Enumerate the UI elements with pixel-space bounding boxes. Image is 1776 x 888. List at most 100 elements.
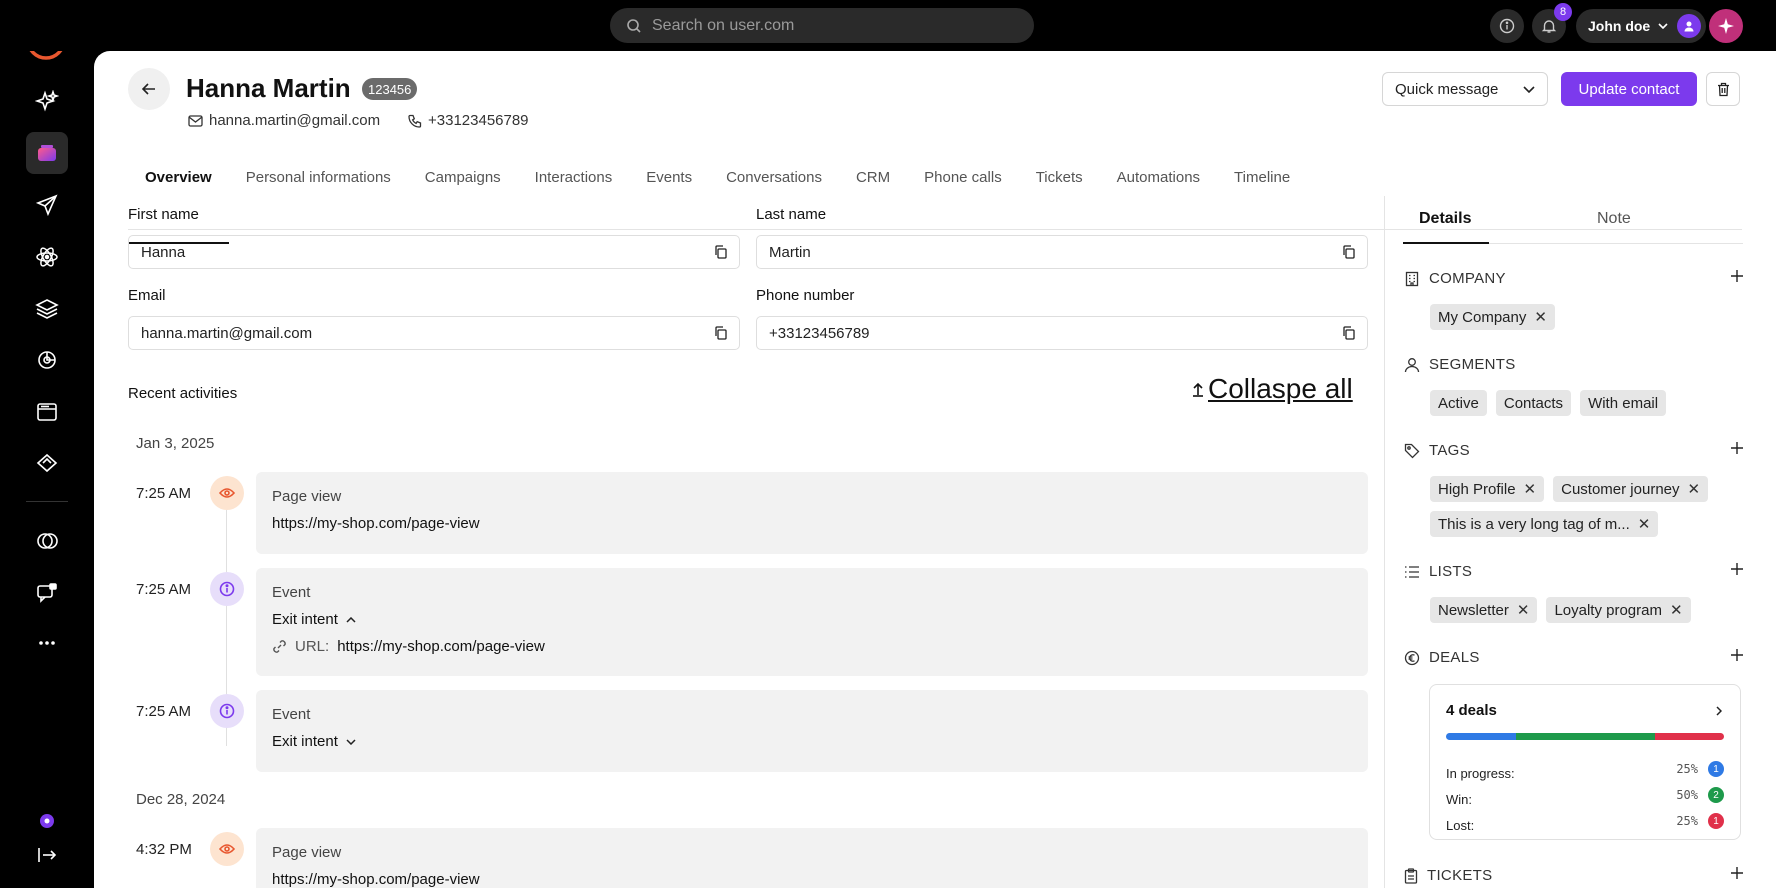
- conversations-nav-icon[interactable]: [26, 520, 68, 562]
- last-name-field[interactable]: Martin: [756, 235, 1368, 269]
- tags-section-header: TAGS: [1404, 442, 1744, 459]
- tab-timeline[interactable]: Timeline: [1217, 125, 1307, 229]
- analytics-nav-icon[interactable]: [26, 339, 68, 381]
- activity-date: Dec 28, 2024: [136, 791, 226, 808]
- atom-nav-icon[interactable]: [26, 236, 68, 278]
- activity-url-row: URL: https://my-shop.com/page-view: [272, 638, 1352, 655]
- copy-icon[interactable]: [714, 326, 727, 340]
- remove-chip-icon[interactable]: ✕: [1670, 601, 1683, 619]
- segment-chip[interactable]: Contacts: [1495, 390, 1572, 416]
- company-chips: My Company ✕: [1430, 304, 1736, 330]
- deals-bar-segment-lost: [1654, 733, 1724, 740]
- quick-message-dropdown[interactable]: Quick message: [1382, 72, 1548, 106]
- update-contact-button[interactable]: Update contact: [1561, 72, 1697, 106]
- tab-interactions[interactable]: Interactions: [518, 125, 630, 229]
- browser-nav-icon[interactable]: [26, 391, 68, 433]
- tab-personal-informations[interactable]: Personal informations: [229, 125, 408, 229]
- tab-phone-calls[interactable]: Phone calls: [907, 125, 1019, 229]
- tab-tickets[interactable]: Tickets: [1019, 125, 1100, 229]
- deal-row-label: Lost:: [1446, 818, 1475, 833]
- company-chip[interactable]: My Company ✕: [1430, 304, 1555, 330]
- list-chip[interactable]: Loyalty program ✕: [1546, 597, 1691, 623]
- eye-icon: [210, 832, 244, 866]
- add-list-icon[interactable]: [1730, 562, 1744, 576]
- copy-icon[interactable]: [714, 245, 727, 259]
- notifications-button[interactable]: 8: [1532, 3, 1572, 43]
- chip-label: High Profile: [1438, 480, 1516, 498]
- chevron-right-icon[interactable]: [1716, 706, 1722, 716]
- activity-url-text[interactable]: https://my-shop.com/page-view: [272, 515, 480, 532]
- tab-automations[interactable]: Automations: [1100, 125, 1217, 229]
- user-name: John doe: [1588, 18, 1651, 34]
- send-nav-icon[interactable]: [26, 184, 68, 226]
- global-search-input[interactable]: Search on user.com: [610, 8, 1034, 43]
- ai-assistant-button[interactable]: [1709, 9, 1743, 43]
- add-company-icon[interactable]: [1730, 269, 1744, 283]
- collapse-all-link[interactable]: Collaspe all: [1192, 373, 1353, 405]
- add-ticket-icon[interactable]: [1730, 866, 1744, 880]
- segment-chip[interactable]: With email: [1580, 390, 1667, 416]
- activity-event-toggle[interactable]: Exit intent: [272, 733, 1352, 750]
- deal-row-label: In progress:: [1446, 766, 1515, 781]
- activity-event-toggle[interactable]: Exit intent: [272, 611, 1352, 628]
- deals-nav-icon[interactable]: [26, 442, 68, 484]
- top-bar: Search on user.com 8 John doe: [0, 0, 1776, 51]
- nav-divider: [26, 501, 68, 502]
- url-value[interactable]: https://my-shop.com/page-view: [337, 638, 545, 655]
- tab-events[interactable]: Events: [629, 125, 709, 229]
- back-button[interactable]: [128, 68, 170, 110]
- copy-icon[interactable]: [1342, 326, 1355, 340]
- ai-sparkles-nav-icon[interactable]: [26, 81, 68, 123]
- remove-chip-icon[interactable]: ✕: [1524, 480, 1537, 498]
- email-field[interactable]: hanna.martin@gmail.com: [128, 316, 740, 350]
- first-name-field[interactable]: Hanna: [128, 235, 740, 269]
- tag-chip[interactable]: Customer journey ✕: [1553, 476, 1709, 502]
- logout-nav-icon[interactable]: [26, 834, 68, 876]
- activity-card[interactable]: Event Exit intent: [256, 690, 1368, 772]
- segment-chip[interactable]: Active: [1430, 390, 1487, 416]
- more-nav-icon[interactable]: [26, 622, 68, 664]
- remove-chip-icon[interactable]: ✕: [1517, 601, 1530, 619]
- info-icon: [1499, 18, 1515, 34]
- activity-url-text[interactable]: https://my-shop.com/page-view: [272, 871, 480, 888]
- recent-activities-title: Recent activities: [128, 385, 238, 402]
- remove-chip-icon[interactable]: ✕: [1638, 515, 1651, 533]
- contacts-nav-icon[interactable]: [26, 132, 68, 174]
- tab-crm[interactable]: CRM: [839, 125, 907, 229]
- bell-icon: [1541, 20, 1557, 33]
- activity-card[interactable]: Page view https://my-shop.com/page-view: [256, 828, 1368, 888]
- remove-chip-icon[interactable]: ✕: [1688, 480, 1701, 498]
- user-menu[interactable]: John doe: [1576, 9, 1706, 43]
- chat-nav-icon[interactable]: [26, 572, 68, 614]
- add-tag-icon[interactable]: [1730, 441, 1744, 455]
- activity-value: Exit intent: [272, 733, 338, 750]
- tab-note[interactable]: Note: [1597, 196, 1631, 242]
- phone-number-field[interactable]: +33123456789: [756, 316, 1368, 350]
- help-button[interactable]: [1490, 9, 1524, 43]
- remove-chip-icon[interactable]: ✕: [1534, 308, 1547, 326]
- layers-nav-icon[interactable]: [26, 288, 68, 330]
- delete-contact-button[interactable]: [1706, 72, 1740, 106]
- lists-chips: Newsletter ✕ Loyalty program ✕: [1430, 597, 1736, 623]
- deals-card[interactable]: 4 deals In progress: 25% 1 Win: 50% 2 Lo…: [1429, 684, 1741, 840]
- activity-card[interactable]: Event Exit intent URL: https://my-shop.c…: [256, 568, 1368, 676]
- activity-type: Event: [272, 706, 311, 723]
- chip-label: Newsletter: [1438, 601, 1509, 619]
- add-deal-icon[interactable]: [1730, 648, 1744, 662]
- tag-chip[interactable]: This is a very long tag of m... ✕: [1430, 511, 1659, 537]
- list-chip[interactable]: Newsletter ✕: [1430, 597, 1538, 623]
- tag-chip[interactable]: High Profile ✕: [1430, 476, 1545, 502]
- deals-progress-bar: [1446, 733, 1724, 740]
- tickets-section-header: TICKETS: [1404, 867, 1744, 884]
- activity-card[interactable]: Page view https://my-shop.com/page-view: [256, 472, 1368, 554]
- company-title: COMPANY: [1429, 270, 1506, 287]
- avatar: [1677, 14, 1701, 38]
- info-icon: [210, 694, 244, 728]
- activity-time: 7:25 AM: [136, 485, 192, 502]
- deals-summary: 4 deals: [1446, 702, 1497, 719]
- copy-icon[interactable]: [1342, 245, 1355, 259]
- activity-time: 7:25 AM: [136, 581, 192, 598]
- tab-details[interactable]: Details: [1419, 196, 1471, 242]
- chevron-down-icon: [346, 738, 356, 745]
- tab-campaigns[interactable]: Campaigns: [408, 125, 518, 229]
